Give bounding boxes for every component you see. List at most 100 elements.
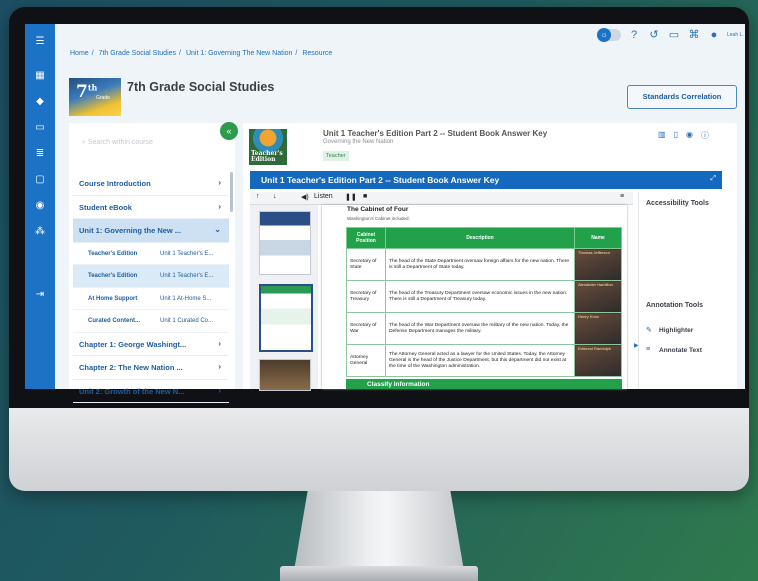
page-thumbnail[interactable] <box>259 359 311 391</box>
expand-icon[interactable]: ⤢ <box>710 175 716 183</box>
breadcrumb-course[interactable]: 7th Grade Social Studies <box>99 50 176 57</box>
column-header: Name <box>574 227 622 249</box>
theme-toggle[interactable]: ☼ <box>597 28 621 42</box>
nav-item[interactable]: Course Introduction › <box>73 172 229 196</box>
resource-title: Unit 1 Teacher's Edition Part 2 -- Stude… <box>323 129 548 138</box>
logout-icon[interactable]: ⇥ <box>33 289 47 301</box>
nav-item-label: Chapter 1: George Washingt... <box>79 339 187 349</box>
accessibility-tools-heading: Accessibility Tools <box>646 200 709 207</box>
document-page: The Cabinet of Four Washington's Cabinet… <box>322 205 627 389</box>
course-logo: 7th Grade <box>69 78 121 116</box>
nav-item[interactable]: Chapter 1: George Washingt... › <box>73 333 229 356</box>
document-subheading: Washington's Cabinet included: <box>347 216 410 221</box>
cabinet-portrait-name: Henry Knox <box>574 312 622 345</box>
table-row: Secretary of War The head of the War Depa… <box>346 312 622 345</box>
translate-icon[interactable]: ⌘ <box>687 28 701 42</box>
collapse-nav-icon[interactable]: « <box>220 122 238 140</box>
highlighter-icon[interactable]: ✎ <box>646 326 652 334</box>
course-nav: Course Introduction › Student eBook › Unit 1… <box>73 172 229 403</box>
page-thumbnail[interactable] <box>259 284 313 352</box>
page-thumbnails <box>250 205 318 391</box>
highlighter-button[interactable]: Highlighter <box>659 327 693 334</box>
library-icon[interactable]: ▥ <box>658 130 666 141</box>
cabinet-portrait-name: Alexander Hamilton <box>574 280 622 313</box>
cabinet-description: The Attorney General acted as a lawyer f… <box>385 344 575 377</box>
next-page-button[interactable]: ↓ <box>273 193 277 200</box>
cabinet-description: The head of the Treasury Department over… <box>385 280 575 313</box>
cabinet-table: Cabinet Position Description Name Secret… <box>346 227 622 377</box>
nav-subitem-kind: Curated Content... <box>88 318 140 324</box>
nav-subitem[interactable]: Curated Content... Unit 1 Curated Co... <box>73 310 229 333</box>
speaker-icon: ◀) <box>301 194 309 201</box>
nav-subitem-title: Unit 1 Teacher's E... <box>160 250 214 257</box>
annotate-text-button[interactable]: Annotate Text <box>659 347 702 354</box>
nav-subitem[interactable]: At Home Support Unit 1 At-Home S... <box>73 288 229 310</box>
nav-subitem-kind: At Home Support <box>88 295 138 302</box>
chevron-icon: › <box>218 178 221 187</box>
nav-subitem[interactable]: Teacher's Edition Unit 1 Teacher's E... <box>73 243 229 265</box>
breadcrumb-unit[interactable]: Unit 1: Governing The New Nation <box>186 50 292 57</box>
cabinet-position: Secretary of War <box>346 312 386 345</box>
attachment-icon[interactable]: ▯ <box>674 130 678 141</box>
cabinet-position: Attorney General <box>346 344 386 377</box>
listen-button[interactable]: Listen <box>314 193 333 200</box>
document-heading: The Cabinet of Four <box>347 206 409 213</box>
pause-button[interactable]: ❚❚ <box>345 193 357 201</box>
chevron-icon: › <box>218 385 221 395</box>
cabinet-portrait-name: Edmund Randolph <box>574 344 622 377</box>
nav-subitem[interactable]: Teacher's Edition Unit 1 Teacher's E... <box>73 265 229 288</box>
page-thumbnail[interactable] <box>259 211 311 275</box>
logo-suffix: th <box>87 82 98 93</box>
breadcrumb-resource[interactable]: Resource <box>302 50 332 57</box>
nav-subitem-title: Unit 1 Curated Co... <box>160 318 214 324</box>
dashboard-icon[interactable]: ▦ <box>33 70 47 82</box>
previous-page-button[interactable]: ↑ <box>256 193 260 200</box>
user-name[interactable]: Leah L. <box>727 32 744 38</box>
nav-item-label: Course Introduction <box>79 179 151 188</box>
left-rail: ☰ ▦ ◆ ▭ ≣ ▢ ◉ ⁂ ⇥ <box>25 24 55 389</box>
menu-button[interactable]: ≡ <box>620 193 624 200</box>
annotation-tools-heading: Annotation Tools <box>646 302 704 309</box>
logo-sub: Grade <box>96 95 110 101</box>
chevron-icon: ⌄ <box>214 225 221 234</box>
page-title: 7th Grade Social Studies <box>127 80 275 94</box>
avatar[interactable]: ● <box>707 28 721 42</box>
book-icon[interactable]: ▭ <box>33 122 47 134</box>
cabinet-position: Secretary of Treasury <box>346 280 386 313</box>
breadcrumb-home[interactable]: Home <box>70 50 89 57</box>
stop-button[interactable]: ■ <box>363 193 367 200</box>
document-icon[interactable]: ≣ <box>33 148 47 160</box>
logo-grade: 7 <box>76 82 88 102</box>
resource-actions: ▥ ▯ ◉ ⓘ <box>658 130 709 141</box>
history-icon[interactable]: ↺ <box>647 28 661 42</box>
annotate-text-icon[interactable]: ≡ <box>646 346 650 353</box>
standards-correlation-button[interactable]: Standards Correlation <box>627 85 737 109</box>
nav-subitem-kind: Teacher's Edition <box>88 250 138 257</box>
breadcrumb: Home/ 7th Grade Social Studies / Unit 1: … <box>70 50 333 57</box>
group-icon[interactable]: ⁂ <box>33 226 47 238</box>
nav-item-label: Unit 2: Growth of the New N... <box>79 386 185 396</box>
course-search-input[interactable]: ⌕ Search within course <box>82 139 153 147</box>
menu-icon[interactable]: ☰ <box>33 36 47 48</box>
monitor-chin <box>9 408 749 491</box>
column-header: Description <box>385 227 575 249</box>
table-row: Secretary of Treasury The head of the Tre… <box>346 280 622 313</box>
chevron-icon: › <box>218 201 221 211</box>
resource-subtitle: Governing the New Nation <box>323 139 394 145</box>
message-icon[interactable]: ▭ <box>667 28 681 42</box>
graduation-cap-icon[interactable]: ◆ <box>33 96 47 108</box>
column-header: Cabinet Position <box>346 227 386 249</box>
help-icon[interactable]: ? <box>627 28 641 42</box>
nav-item[interactable]: Student eBook › <box>73 196 229 219</box>
nav-item[interactable]: Unit 1: Governing the New ... ⌄ <box>73 219 229 243</box>
nav-scrollbar[interactable] <box>230 172 233 212</box>
nav-item[interactable]: Chapter 2: The New Nation ... › <box>73 356 229 380</box>
palette-icon[interactable]: ◉ <box>33 200 47 212</box>
info-icon[interactable]: ⓘ <box>701 130 709 141</box>
nav-item[interactable]: Unit 2: Growth of the New N... › <box>73 380 229 403</box>
reader-toolbar: ↑ ↓ ◀) Listen ❚❚ ■ ≡ <box>250 192 633 205</box>
thumbnail-text: Teacher's Edition <box>251 150 283 163</box>
eye-icon[interactable]: ◉ <box>686 130 693 141</box>
chat-icon[interactable]: ▢ <box>33 174 47 186</box>
chevron-icon: › <box>218 362 221 371</box>
